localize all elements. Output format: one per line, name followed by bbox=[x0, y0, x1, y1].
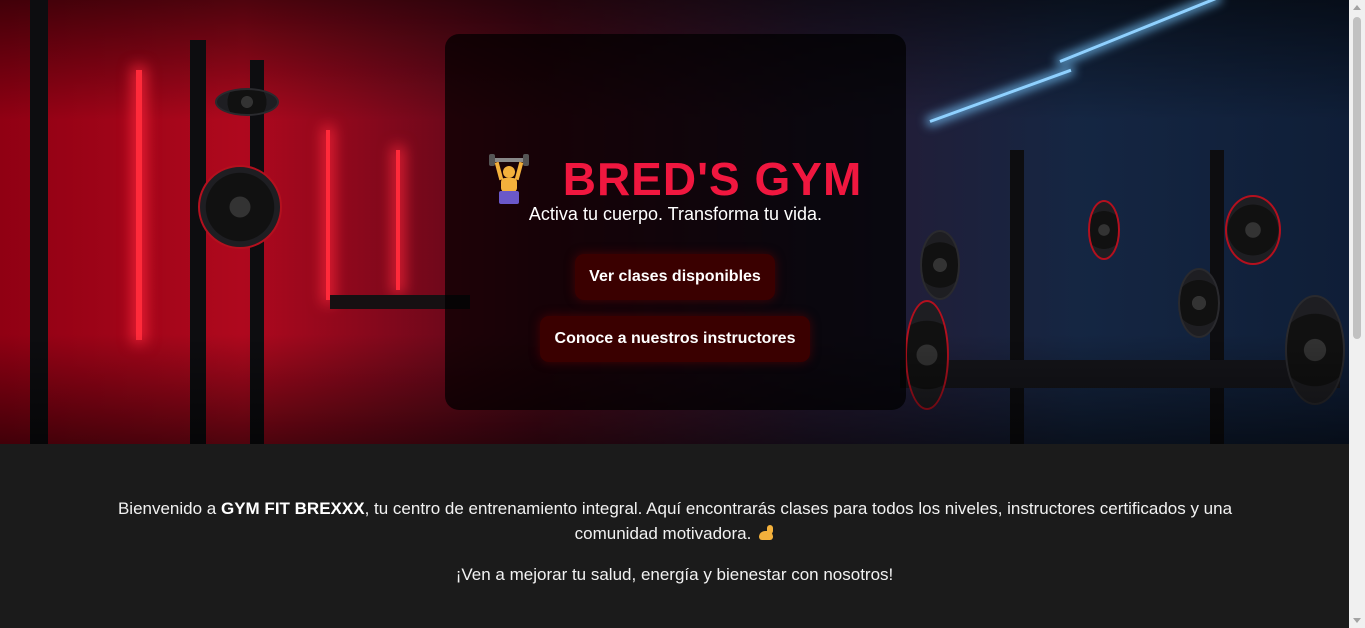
vertical-scrollbar[interactable] bbox=[1349, 0, 1365, 628]
welcome-section: Bienvenido a GYM FIT BREXXX, tu centro d… bbox=[0, 444, 1349, 628]
scroll-down-arrow-icon[interactable] bbox=[1353, 618, 1361, 623]
flexed-biceps-icon bbox=[757, 525, 775, 541]
scroll-up-arrow-icon[interactable] bbox=[1353, 5, 1361, 10]
intro-prefix: Bienvenido a bbox=[117, 499, 221, 518]
weight-plate-image bbox=[1178, 268, 1220, 338]
gym-brand-name: GYM FIT BREXXX bbox=[220, 499, 365, 518]
hero-banner: BRED'S GYM Activa tu cuerpo. Transforma … bbox=[0, 0, 1349, 444]
call-to-action-text: ¡Ven a mejorar tu salud, energía y biene… bbox=[455, 565, 894, 584]
neon-light-tube bbox=[396, 150, 400, 290]
neon-light-tube bbox=[326, 130, 330, 300]
meet-instructors-button[interactable]: Conoce a nuestros instructores bbox=[540, 316, 810, 362]
welcome-paragraph: Bienvenido a GYM FIT BREXXX, tu centro d… bbox=[90, 496, 1260, 546]
view-classes-button[interactable]: Ver clases disponibles bbox=[575, 254, 775, 300]
weight-plate-image bbox=[1088, 200, 1120, 260]
weight-plate-image bbox=[215, 88, 279, 116]
gym-title: BRED'S GYM bbox=[562, 153, 863, 205]
hero-tagline: Activa tu cuerpo. Transforma tu vida. bbox=[528, 204, 823, 224]
neon-light-tube bbox=[136, 70, 142, 340]
scrollbar-thumb[interactable] bbox=[1353, 17, 1361, 339]
weightlifter-icon bbox=[488, 154, 529, 204]
hero-card: BRED'S GYM Activa tu cuerpo. Transforma … bbox=[445, 34, 906, 410]
title-row: BRED'S GYM bbox=[445, 152, 906, 206]
weight-plate-image bbox=[1225, 195, 1281, 265]
weight-plate-image bbox=[198, 165, 282, 249]
intro-suffix: , tu centro de entrenamiento integral. A… bbox=[364, 499, 1233, 543]
weight-plate-image bbox=[920, 230, 960, 300]
